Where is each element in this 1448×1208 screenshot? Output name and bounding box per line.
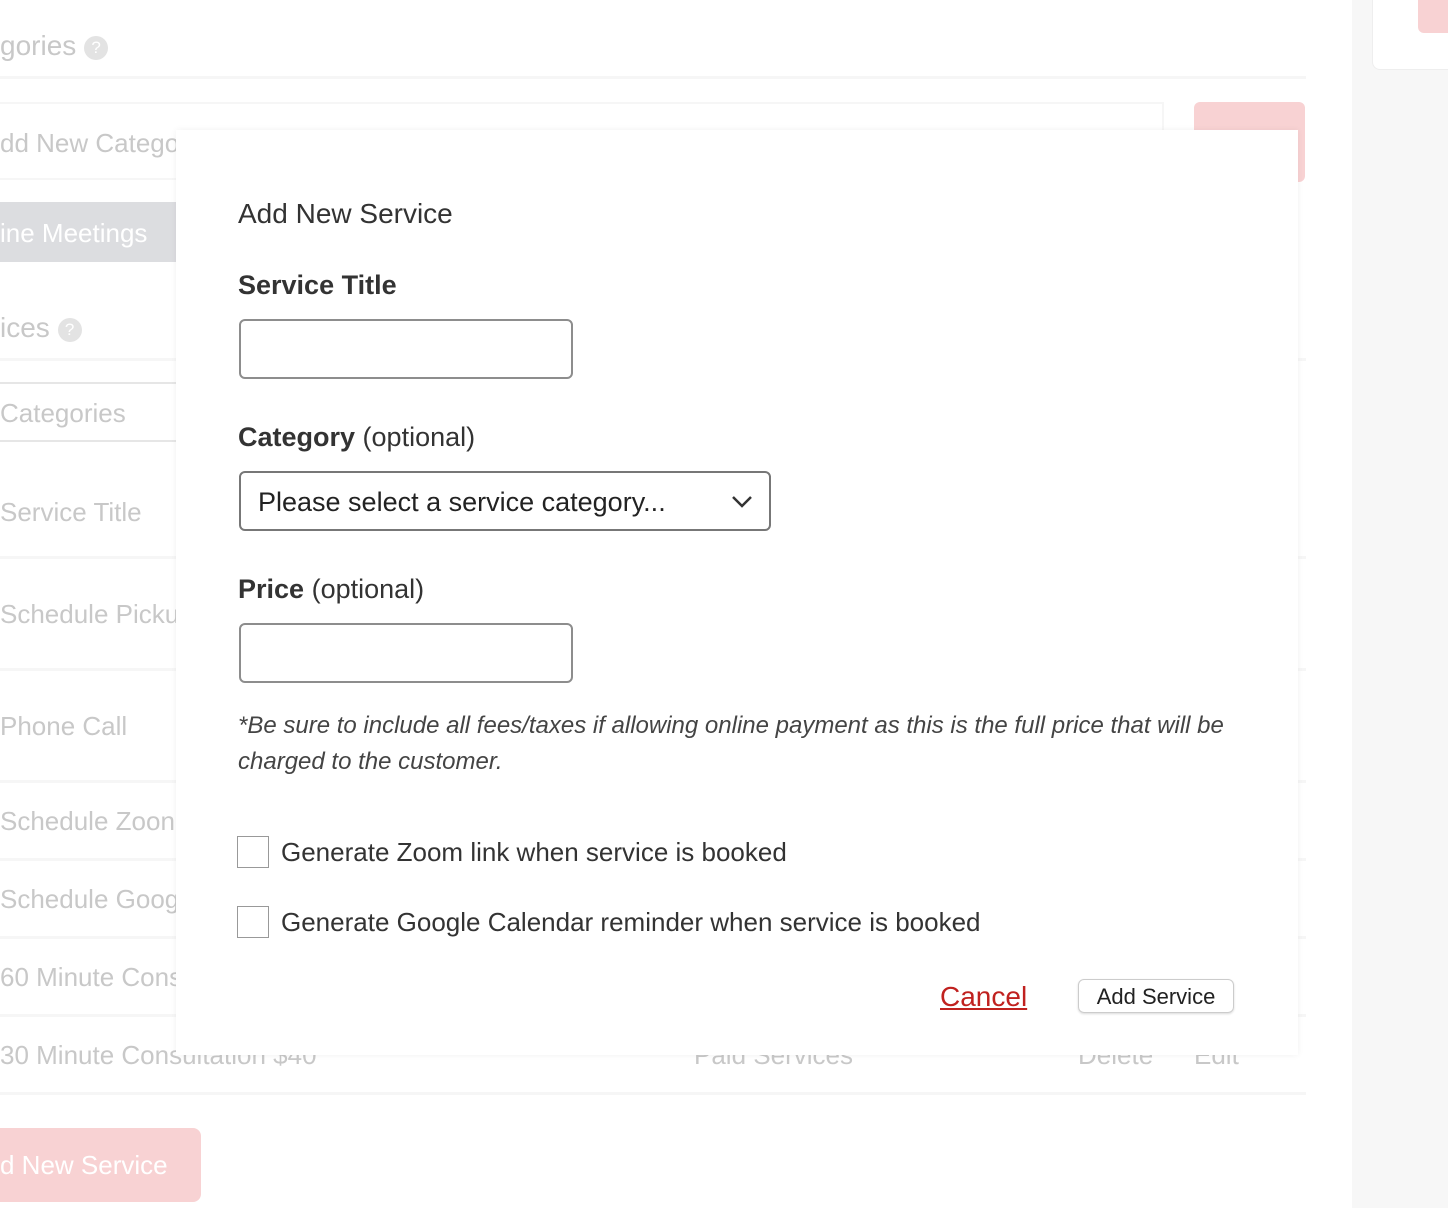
category-label: Category (optional)	[238, 422, 476, 452]
table-row: Schedule Picku	[0, 599, 180, 629]
categories-heading: gories ?	[0, 30, 109, 62]
add-new-service-button[interactable]: d New Service	[0, 1128, 201, 1202]
help-icon[interactable]: ?	[84, 35, 109, 60]
add-service-button[interactable]: Add Service	[1078, 979, 1234, 1013]
service-title-label: Service Title	[238, 270, 397, 300]
google-checkbox[interactable]	[237, 906, 269, 938]
table-row: 60 Minute Cons	[0, 962, 183, 992]
price-input[interactable]	[239, 623, 573, 683]
table-row: Schedule Zoon	[0, 806, 175, 836]
price-note: *Be sure to include all fees/taxes if al…	[238, 712, 1224, 775]
zoom-checkbox[interactable]	[237, 836, 269, 868]
zoom-checkbox-label: Generate Zoom link when service is booke…	[281, 837, 787, 867]
right-panel	[1352, 0, 1448, 1208]
modal-title: Add New Service	[238, 198, 453, 229]
table-row: Phone Call	[0, 711, 128, 741]
column-service-title: Service Title	[0, 497, 142, 527]
cancel-link[interactable]: Cancel	[940, 981, 1027, 1013]
category-tab-label: ine Meetings	[0, 218, 148, 248]
help-icon[interactable]: ?	[57, 317, 82, 342]
google-checkbox-label: Generate Google Calendar reminder when s…	[281, 907, 981, 937]
price-label: Price (optional)	[238, 574, 425, 604]
chevron-down-icon	[732, 496, 752, 508]
table-row: Schedule Goog	[0, 884, 180, 914]
category-select[interactable]: Please select a service category...	[239, 471, 771, 531]
add-category-placeholder: dd New Catego	[0, 128, 180, 158]
categories-tab-label: Categories	[0, 398, 126, 428]
service-title-input[interactable]	[239, 319, 573, 379]
side-button[interactable]	[1418, 0, 1448, 33]
add-service-modal: Add New Service Service Title Category (…	[176, 130, 1298, 1055]
services-heading: ices ?	[0, 312, 82, 344]
